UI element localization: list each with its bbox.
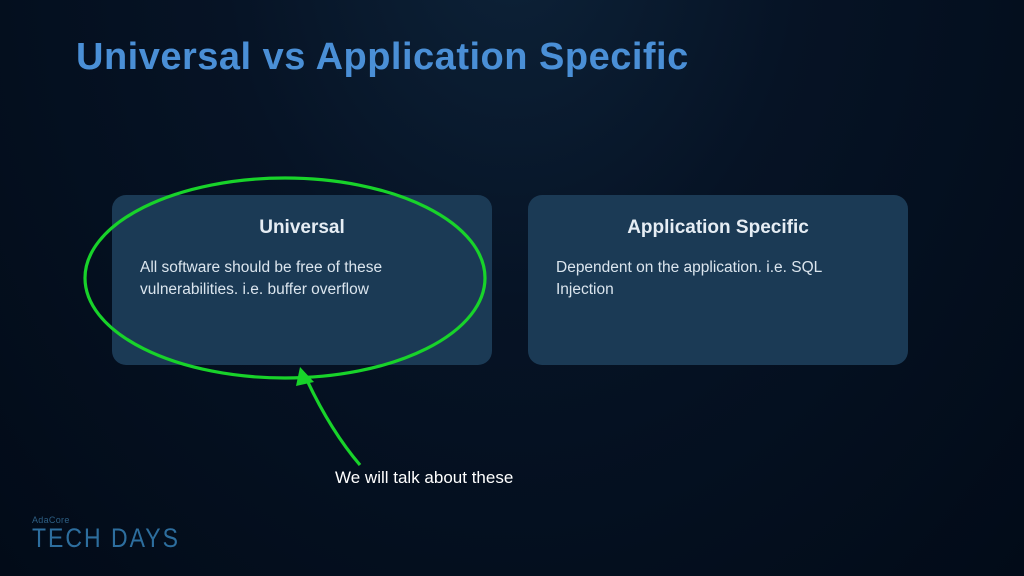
brand-big-text: TECH DAYS: [32, 523, 180, 554]
card-app-specific-title: Application Specific: [556, 217, 880, 239]
annotation-arrowhead-icon: [296, 367, 314, 386]
cards-row: Universal All software should be free of…: [112, 195, 908, 365]
annotation-text: We will talk about these: [335, 468, 513, 488]
card-app-specific: Application Specific Dependent on the ap…: [528, 195, 908, 365]
card-universal-title: Universal: [140, 217, 464, 239]
card-universal: Universal All software should be free of…: [112, 195, 492, 365]
card-app-specific-body: Dependent on the application. i.e. SQL I…: [556, 257, 880, 302]
brand-block: AdaCore TECH DAYS: [32, 515, 180, 554]
card-universal-body: All software should be free of these vul…: [140, 257, 464, 302]
slide-title: Universal vs Application Specific: [76, 36, 689, 79]
annotation-arrow-icon: [305, 376, 360, 465]
